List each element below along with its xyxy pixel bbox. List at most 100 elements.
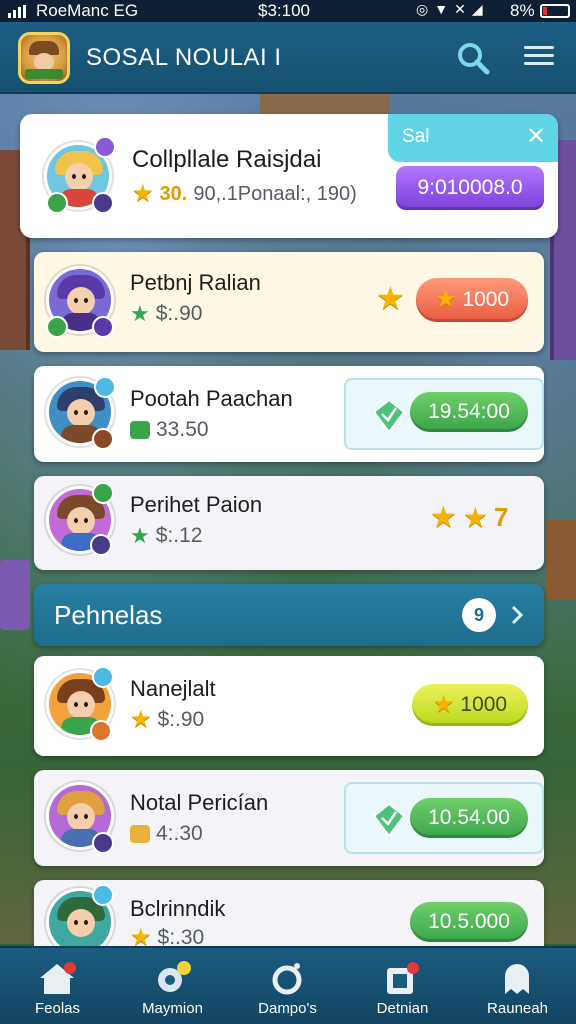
star-icon: ★ — [434, 286, 457, 313]
nav-item-detail[interactable]: Detnian — [345, 948, 460, 1024]
bottom-nav: Feolas Maymion Dampo's Detnian Rauneah — [0, 946, 576, 1024]
alarm-icon: ◎ — [416, 1, 429, 17]
featured-stats-row: ★ 30. 90,.1Ponaal:, 190) — [132, 182, 357, 206]
item-action-button[interactable]: 10.5.000 — [410, 902, 528, 942]
nav-label: Maymion — [142, 1000, 203, 1017]
star-icon: ★ — [130, 706, 152, 733]
item-action-button[interactable]: ★ 1000 — [416, 278, 528, 322]
item-name: Nanejlalt — [130, 676, 216, 701]
battery-icon — [540, 4, 570, 18]
item-name: Petbnj Ralian — [130, 270, 261, 295]
item-value-row: ★ $:.12 — [130, 524, 202, 548]
list-item[interactable]: Pootah Paachan 33.50 19.54:00 — [34, 366, 544, 462]
cell-icon: ◢ — [471, 1, 483, 17]
status-badge — [92, 482, 114, 504]
home-icon — [40, 962, 76, 994]
chevron-right-icon[interactable] — [508, 606, 526, 624]
item-action-label: 19.54:00 — [428, 400, 510, 423]
close-icon[interactable]: ✕ — [526, 122, 546, 150]
item-name: Perihet Paion — [130, 492, 263, 517]
nav-label: Rauneah — [487, 1000, 548, 1017]
status-badge — [92, 428, 114, 450]
item-value: 4:.30 — [156, 822, 203, 845]
sale-tag-label: Sal — [402, 126, 430, 147]
item-value-row: ★ $:.90 — [130, 302, 202, 326]
status-badge — [92, 832, 114, 854]
star-icon: ★ — [462, 500, 489, 534]
item-action-label: 10.5.000 — [428, 910, 510, 933]
featured-action-button[interactable]: 9:010008.0 — [396, 166, 544, 210]
nav-item-campus[interactable]: Dampo's — [230, 948, 345, 1024]
status-badge — [92, 316, 114, 338]
status-badge — [92, 192, 114, 214]
list-item[interactable]: Petbnj Ralian ★ $:.90 ★ ★ 1000 — [34, 252, 544, 352]
ring-icon — [272, 963, 302, 995]
search-icon[interactable] — [455, 40, 491, 76]
ghost-icon — [505, 964, 529, 994]
featured-card[interactable]: Collpllale Raisjdai ★ 30. 90,.1Ponaal:, … — [20, 114, 558, 238]
item-value: $:.90 — [157, 708, 205, 731]
list-item[interactable]: Perihet Paion ★ $:.12 ★ ★ 7 — [34, 476, 544, 570]
status-badge — [92, 666, 114, 688]
game-logo-icon[interactable] — [18, 32, 70, 84]
star-icon: ★ — [130, 301, 150, 326]
status-icons: ◎ ▼ ✕ ◢ — [416, 1, 483, 18]
background-crate — [546, 520, 576, 600]
nav-label: Detnian — [376, 1000, 429, 1017]
background-crate — [0, 560, 30, 630]
star-icon: ★ — [132, 180, 154, 207]
item-action-label: 1000 — [462, 288, 510, 311]
item-action-label: 1000 — [460, 693, 508, 716]
nav-item-home[interactable]: Feolas — [0, 948, 115, 1024]
page-title: SOSAL NOULAI I — [86, 44, 282, 71]
coin-bag-icon — [130, 825, 150, 843]
gear-icon — [158, 961, 191, 992]
item-value: $:.90 — [155, 302, 203, 325]
featured-action-label: 9:010008.0 — [417, 176, 523, 199]
status-clock: $3:100 — [258, 1, 310, 20]
status-bar: RoeManc EG $3:100 ◎ ▼ ✕ ◢ 8% — [0, 0, 576, 22]
status-badge — [94, 376, 116, 398]
battery-percent: 8% — [510, 1, 535, 20]
list-item[interactable]: Nanejlalt ★ $:.90 ★ 1000 — [34, 656, 544, 756]
featured-name: Collpllale Raisjdai — [132, 146, 322, 173]
item-value-row: 4:.30 — [130, 822, 203, 846]
list-item[interactable]: Notal Pericían 4:.30 10.54.00 — [34, 770, 544, 866]
featured-rating: 30. — [159, 182, 188, 205]
mute-icon: ✕ — [454, 1, 466, 17]
wifi-icon: ▼ — [434, 1, 449, 17]
item-action-button[interactable]: 19.54:00 — [410, 392, 528, 432]
nav-item-ranking[interactable]: Rauneah — [460, 948, 575, 1024]
item-value: 33.50 — [156, 418, 209, 441]
status-badge — [92, 884, 114, 906]
star-rating: ★ ★ 7 — [430, 502, 508, 533]
star-icon: ★ — [430, 499, 457, 535]
item-action-button[interactable]: 10.54.00 — [410, 798, 528, 838]
section-title: Pehnelas — [54, 600, 163, 630]
nav-item-settings[interactable]: Maymion — [115, 948, 230, 1024]
item-name: Pootah Paachan — [130, 386, 293, 411]
menu-icon[interactable] — [524, 42, 554, 72]
card-icon — [387, 962, 419, 994]
status-badge — [90, 720, 112, 742]
carrier-label: RoeManc EG — [36, 1, 139, 20]
item-action-button[interactable]: ★ 1000 — [412, 684, 528, 726]
app-header: SOSAL NOULAI I — [0, 22, 576, 94]
list-item[interactable]: Bclrinndik ★ $:.30 10.5.000 — [34, 880, 544, 956]
featured-stats: 90,.1Ponaal:, 190) — [193, 182, 357, 205]
nav-label: Dampo's — [258, 1000, 317, 1017]
stars-count: 7 — [494, 502, 509, 532]
signal-icon — [8, 5, 26, 18]
status-badge — [46, 192, 68, 214]
nav-label: Feolas — [34, 1000, 81, 1017]
item-name: Bclrinndik — [130, 896, 226, 921]
sale-tag[interactable]: Sal ✕ — [388, 114, 558, 162]
item-value-row: 33.50 — [130, 418, 209, 442]
status-badge — [94, 136, 116, 158]
gem-icon — [372, 398, 406, 434]
item-name: Notal Pericían — [130, 790, 269, 815]
status-badge — [90, 534, 112, 556]
star-icon: ★ — [130, 523, 150, 548]
section-header[interactable]: Pehnelas 9 — [34, 584, 544, 646]
item-value-row: ★ $:.90 — [130, 708, 204, 732]
